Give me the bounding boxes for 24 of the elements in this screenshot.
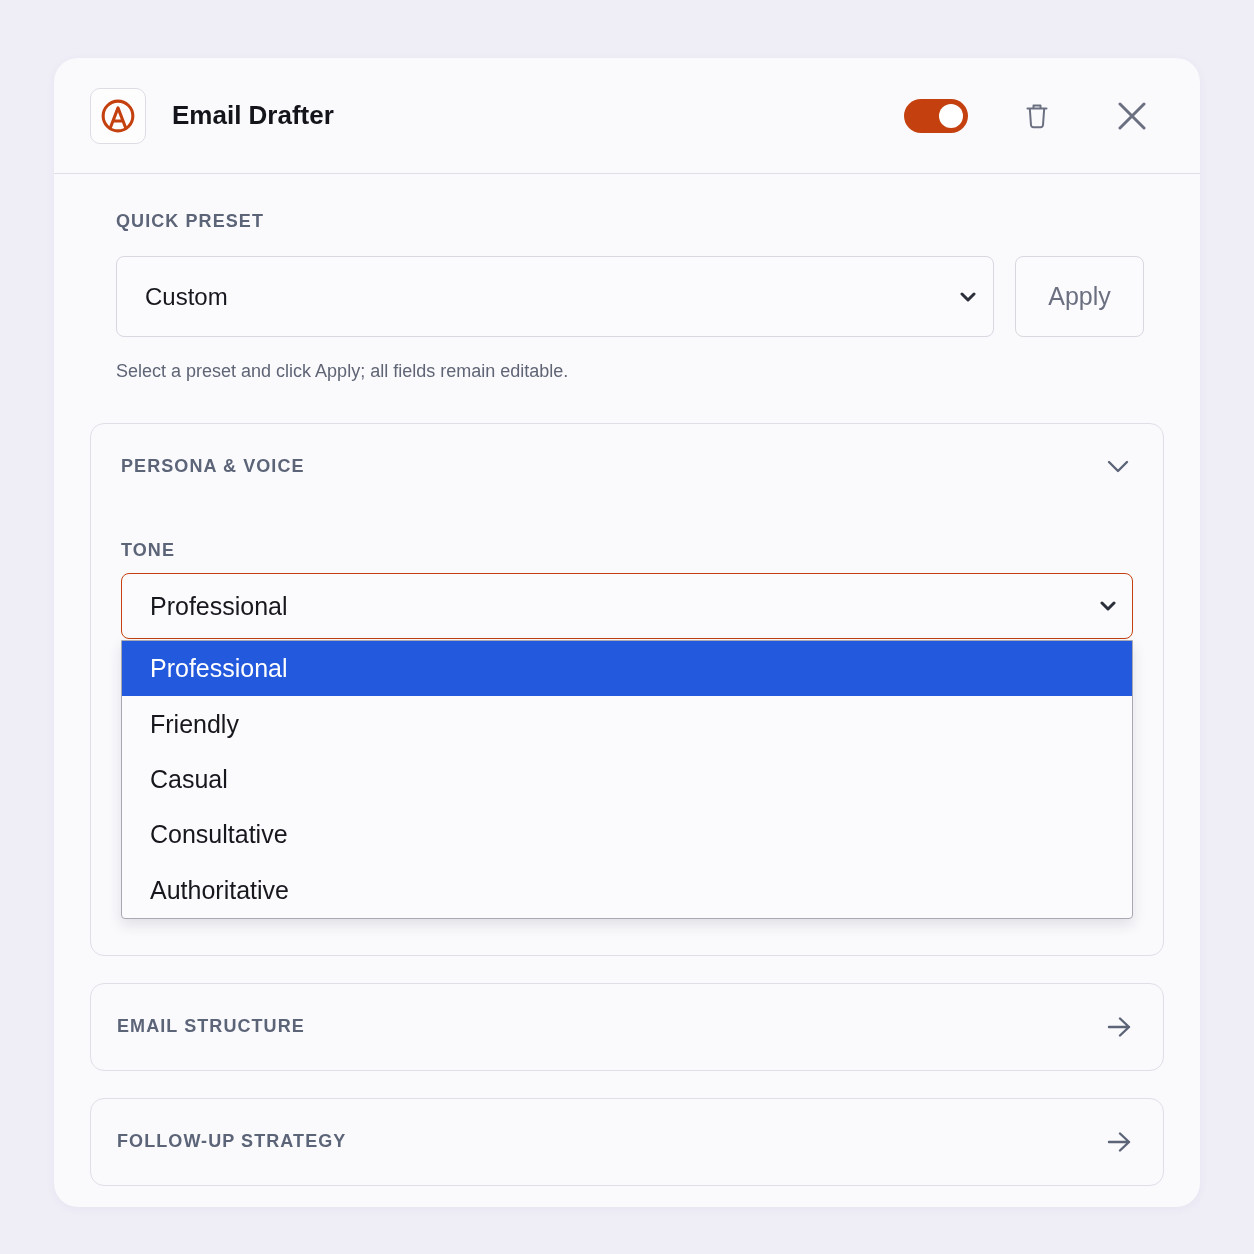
apply-button[interactable]: Apply	[1015, 256, 1144, 337]
chevron-down-icon	[1100, 601, 1116, 611]
arrow-right-icon	[1107, 1016, 1131, 1037]
field-label: TONE	[121, 539, 176, 561]
enable-toggle[interactable]	[904, 98, 968, 133]
logo-icon	[90, 87, 146, 144]
section-link[interactable]: EMAIL STRUCTURE	[90, 982, 1164, 1071]
window-title: Email Drafter	[172, 100, 334, 131]
field-label: QUICK PRESET	[116, 210, 265, 232]
chevron-down-icon	[960, 291, 976, 302]
chevron-down-icon	[1107, 459, 1129, 473]
preset-select[interactable]: Custom	[116, 256, 994, 337]
trash-icon	[1026, 102, 1048, 129]
close-icon	[1118, 101, 1146, 130]
hint-text: Select a preset and click Apply; all fields remain editable.	[116, 360, 570, 383]
dropdown-option[interactable]: Casual	[122, 751, 1132, 808]
dropdown-option[interactable]: Consultative	[122, 807, 1132, 863]
dropdown-option[interactable]: Professional	[122, 641, 1132, 697]
section-link[interactable]: FOLLOW-UP STRATEGY	[90, 1097, 1164, 1186]
section-header[interactable]: PERSONA & VOICE	[91, 424, 1163, 508]
dropdown-option[interactable]: Authoritative	[122, 862, 1132, 918]
tone-select[interactable]: Professional	[121, 573, 1133, 639]
arrow-right-icon	[1107, 1131, 1131, 1152]
dropdown-option[interactable]: Friendly	[122, 696, 1132, 752]
